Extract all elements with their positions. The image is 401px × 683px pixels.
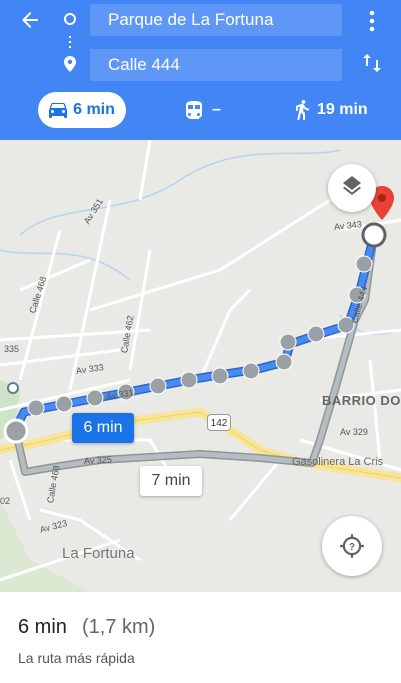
neighborhood-label: BARRIO DO — [322, 393, 401, 408]
mode-walk[interactable]: 19 min — [295, 92, 368, 128]
layers-button[interactable] — [328, 164, 376, 212]
mode-transit-label: – — [212, 101, 221, 118]
route-time: 6 min — [18, 616, 67, 638]
back-arrow-icon[interactable] — [18, 8, 42, 32]
area-label: La Fortuna — [62, 545, 135, 562]
street-label: Av 329 — [340, 427, 368, 437]
car-icon — [49, 103, 68, 118]
map-view[interactable]: Av 351 Calle 468 Calle 462 335 Av 333 Av… — [0, 140, 401, 592]
route-distance: (1,7 km) — [82, 616, 156, 638]
mode-car-label: 6 min — [73, 101, 115, 118]
swap-icon[interactable] — [360, 51, 384, 75]
alt-route-time-badge[interactable]: 7 min — [140, 466, 202, 496]
destination-field[interactable]: Calle 444 — [90, 49, 342, 81]
layers-icon — [343, 176, 361, 195]
more-options-icon[interactable] — [364, 8, 380, 34]
mode-walk-label: 19 min — [317, 101, 368, 118]
street-label: 335 — [4, 344, 20, 354]
mode-transit[interactable]: – — [186, 92, 221, 128]
directions-header: Parque de La Fortuna Calle 444 6 min – 1… — [0, 0, 401, 140]
svg-text:?: ? — [349, 542, 355, 553]
train-icon — [186, 101, 202, 119]
location-unknown-icon: ? — [340, 534, 364, 558]
highway-shield: 142 — [207, 414, 231, 431]
route-summary-sheet[interactable]: 6 min (1,7 km) La ruta más rápida — [0, 592, 401, 683]
route-description: La ruta más rápida — [18, 650, 135, 666]
route-time-badge[interactable]: 6 min — [72, 413, 134, 443]
mode-car[interactable]: 6 min — [38, 92, 126, 128]
my-location-button[interactable]: ? — [322, 516, 382, 576]
origin-field[interactable]: Parque de La Fortuna — [90, 4, 342, 36]
walk-icon — [296, 100, 309, 120]
destination-pin-icon — [64, 56, 76, 72]
origin-dot-icon — [64, 13, 76, 25]
poi-label: Gasolinera La Cris — [292, 456, 384, 468]
route-dots-icon — [69, 36, 71, 50]
street-label: 02 — [0, 496, 11, 506]
street-label: Av 325 — [83, 454, 113, 466]
